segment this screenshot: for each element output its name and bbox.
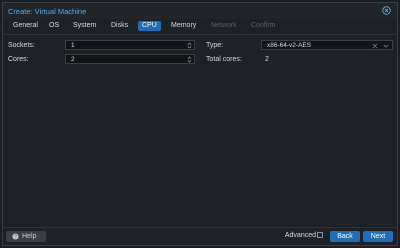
chevron-down-icon[interactable] xyxy=(383,43,389,49)
tab-memory[interactable]: Memory xyxy=(167,21,200,31)
dialog-titlebar: Create: Virtual Machine xyxy=(3,3,397,19)
clear-icon[interactable] xyxy=(372,43,378,49)
sockets-label: Sockets: xyxy=(8,42,35,49)
tab-disks[interactable]: Disks xyxy=(107,21,132,31)
wizard-tabs: General OS System Disks CPU Memory Netwo… xyxy=(3,19,397,35)
question-icon: ? xyxy=(12,233,19,240)
cores-value: 2 xyxy=(71,56,75,63)
help-button[interactable]: ? Help xyxy=(6,231,46,242)
sockets-field[interactable]: 1 xyxy=(65,40,195,50)
help-label: Help xyxy=(22,233,37,240)
next-button[interactable]: Next xyxy=(363,231,393,242)
dialog-title: Create: Virtual Machine xyxy=(8,7,87,16)
tab-general[interactable]: General xyxy=(9,21,42,31)
spinner-icon[interactable] xyxy=(187,42,192,49)
cores-field[interactable]: 2 xyxy=(65,54,195,64)
sockets-value: 1 xyxy=(71,42,75,49)
tab-network: Network xyxy=(211,22,237,29)
spinner-icon[interactable] xyxy=(187,56,192,63)
svg-text:?: ? xyxy=(14,234,17,240)
total-cores-value: 2 xyxy=(265,56,269,63)
back-button[interactable]: Back xyxy=(330,231,360,242)
dialog-footer: ? Help Advanced Back Next xyxy=(3,227,397,245)
cpu-type-select[interactable]: x86-64-v2-AES xyxy=(261,40,393,50)
tab-system[interactable]: System xyxy=(69,21,100,31)
tab-cpu[interactable]: CPU xyxy=(138,21,161,31)
total-cores-label: Total cores: xyxy=(206,56,242,63)
type-label: Type: xyxy=(206,42,224,49)
cores-label: Cores: xyxy=(8,56,29,63)
tab-confirm: Confirm xyxy=(251,22,276,29)
cpu-type-value: x86-64-v2-AES xyxy=(267,42,312,49)
close-icon[interactable] xyxy=(382,6,391,15)
advanced-checkbox[interactable] xyxy=(317,232,323,238)
create-vm-dialog: Create: Virtual Machine General OS Syste… xyxy=(2,2,398,246)
advanced-label: Advanced xyxy=(284,232,316,239)
tab-os[interactable]: OS xyxy=(45,21,63,31)
